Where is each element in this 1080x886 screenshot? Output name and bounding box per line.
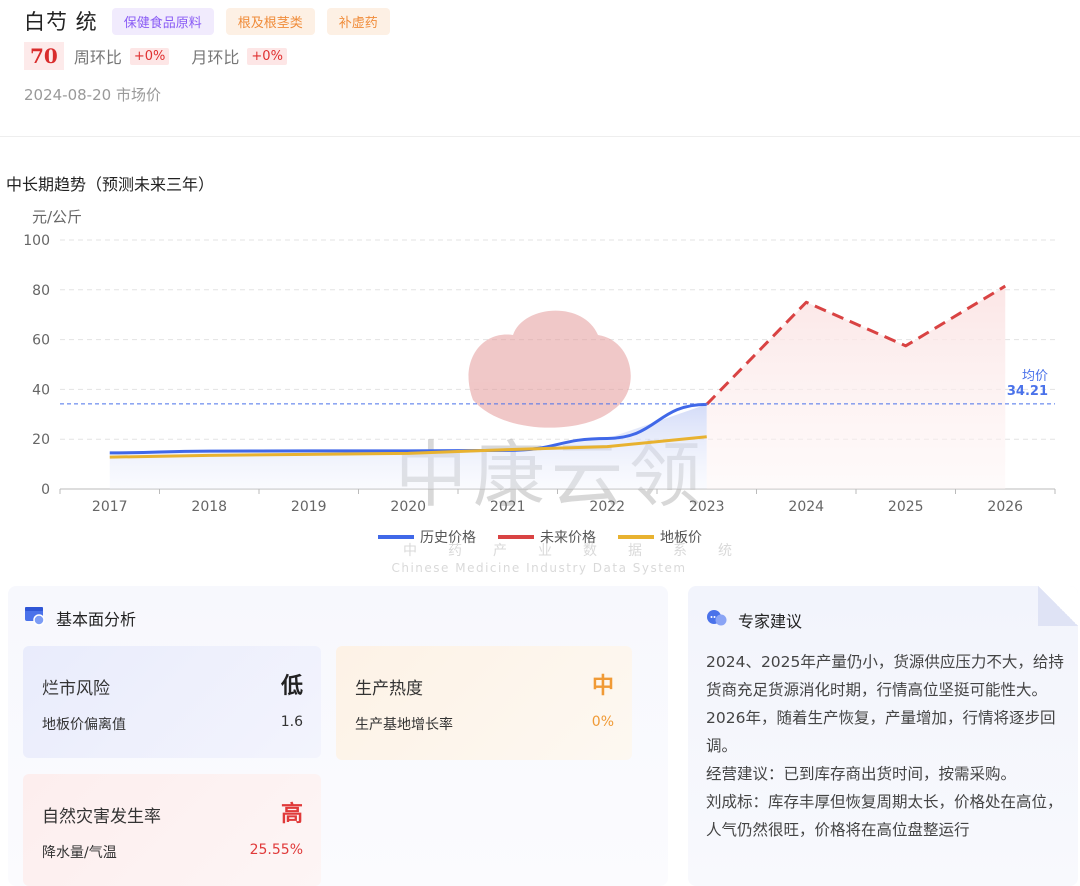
- risk-level-badge: 低: [280, 674, 303, 699]
- expert-paragraph: 2024、2025年产量仍小，货源供应压力不大，给持货商充足货源消化时期，行情高…: [706, 653, 1064, 755]
- market-price: 70: [24, 42, 64, 70]
- disaster-level-badge: 高: [280, 802, 303, 827]
- fundamentals-panel: 基本面分析 烂市风险 低 地板价偏离值 1.6 生产热度 中 生产基地增长率 0…: [8, 586, 668, 886]
- y-tick-label: 40: [32, 382, 50, 398]
- y-tick-label: 60: [32, 333, 50, 349]
- y-tick-label: 0: [41, 482, 50, 498]
- weekly-compare-label: 周环比: [73, 48, 122, 67]
- card-label: 生产热度: [355, 679, 423, 699]
- card-sub-value: 25.55%: [249, 842, 303, 858]
- x-tick-label: 2024: [788, 499, 824, 515]
- heat-level-badge: 中: [591, 674, 614, 699]
- expert-paragraph: 刘成标：库存丰厚但恢复周期太长，价格处在高位，人气仍然很旺，价格将在高位盘整运行: [706, 793, 1063, 839]
- price-row: 70 周环比 +0% 月环比 +0%: [24, 40, 309, 72]
- legend-label: 历史价格: [420, 530, 476, 546]
- expert-panel: 专家建议 2024、2025年产量仍小，货源供应压力不大，给持货商充足货源消化时…: [688, 586, 1078, 886]
- product-name: 白芍 统: [24, 10, 98, 34]
- watermark-char: 中: [403, 543, 417, 559]
- forecast-area: [706, 286, 1006, 489]
- tag-tonic[interactable]: 补虚药: [326, 7, 390, 35]
- y-tick-label: 80: [32, 283, 50, 299]
- y-tick-label: 20: [32, 432, 50, 448]
- y-tick-label: 100: [23, 233, 50, 249]
- x-tick-label: 2023: [689, 499, 725, 515]
- x-tick-label: 2018: [191, 499, 227, 515]
- card-sub-label: 地板价偏离值: [42, 717, 126, 733]
- x-tick-label: 2020: [390, 499, 426, 515]
- fundamentals-title: 基本面分析: [56, 610, 137, 629]
- legend-label: 地板价: [660, 530, 702, 546]
- trend-chart-svg: 中康云领中药产业数据系统Chinese Medicine Industry Da…: [23, 208, 1056, 575]
- fundamentals-header: 基本面分析: [24, 606, 136, 630]
- expert-advice-text: 2024、2025年产量仍小，货源供应压力不大，给持货商充足货源消化时期，行情高…: [706, 648, 1066, 844]
- card-sub-value: 0%: [591, 714, 614, 730]
- watermark-char: 据: [628, 543, 642, 559]
- watermark-char: 产: [493, 543, 507, 559]
- expert-header: 专家建议: [706, 608, 802, 632]
- trend-chart: 中康云领中药产业数据系统Chinese Medicine Industry Da…: [0, 200, 1080, 580]
- watermark-cloud-icon: [468, 310, 631, 428]
- legend-label: 未来价格: [540, 530, 596, 546]
- card-market-crash-risk[interactable]: 烂市风险 低 地板价偏离值 1.6: [23, 646, 321, 758]
- watermark-english: Chinese Medicine Industry Data System: [391, 561, 686, 575]
- x-tick-label: 2025: [888, 499, 924, 515]
- x-tick-label: 2026: [987, 499, 1023, 515]
- card-production-heat[interactable]: 生产热度 中 生产基地增长率 0%: [336, 646, 632, 760]
- x-tick-label: 2017: [92, 499, 128, 515]
- monthly-compare-value: +0%: [247, 47, 287, 65]
- legend-item[interactable]: 历史价格: [378, 530, 476, 546]
- expert-paragraph: 经营建议：已到库存商出货时间，按需采购。: [706, 765, 1017, 783]
- trend-section-title: 中长期趋势（预测未来三年）: [6, 175, 215, 194]
- x-tick-label: 2019: [291, 499, 327, 515]
- x-tick-label: 2022: [589, 499, 625, 515]
- legend-item[interactable]: 未来价格: [498, 530, 596, 546]
- card-sub-label: 降水量/气温: [42, 845, 117, 861]
- tag-health-food[interactable]: 保健食品原料: [111, 7, 214, 35]
- card-natural-disaster[interactable]: 自然灾害发生率 高 降水量/气温 25.55%: [23, 774, 321, 886]
- expert-chat-icon: [706, 608, 728, 632]
- y-axis-label: 元/公斤: [32, 208, 82, 226]
- tag-root-class[interactable]: 根及根茎类: [225, 7, 315, 35]
- page-fold-decoration: [1038, 586, 1078, 626]
- card-sub-label: 生产基地增长率: [355, 717, 453, 733]
- price-date: 2024-08-20 市场价: [24, 86, 161, 104]
- analysis-icon: [24, 606, 46, 630]
- card-sub-value: 1.6: [280, 714, 303, 730]
- card-label: 烂市风险: [42, 679, 110, 699]
- monthly-compare-label: 月环比: [191, 48, 240, 67]
- watermark-char: 统: [718, 543, 732, 559]
- card-label: 自然灾害发生率: [42, 807, 161, 827]
- price-header: 白芍 统 保健食品原料 根及根茎类 补虚药 70 周环比 +0% 月环比 +0%…: [0, 0, 1080, 137]
- x-tick-label: 2021: [490, 499, 526, 515]
- average-label: 均价: [1022, 369, 1048, 384]
- title-row: 白芍 统 保健食品原料 根及根茎类 补虚药: [24, 6, 402, 36]
- expert-title: 专家建议: [738, 612, 803, 631]
- average-value: 34.21: [1007, 384, 1048, 399]
- weekly-compare-value: +0%: [129, 47, 170, 65]
